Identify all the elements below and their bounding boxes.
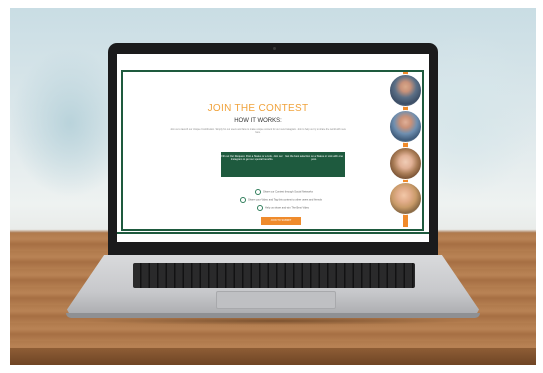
step-item: Share your Video and Tag this contest to… [240, 197, 322, 203]
info-card-selection[interactable]: Get the best selection on a Status or Li… [283, 152, 345, 177]
check-circle-icon [255, 189, 261, 195]
page-title: JOIN THE CONTEST [207, 103, 309, 114]
avatar-man-blue-jacket [389, 74, 422, 107]
laptop-shadow [80, 317, 470, 325]
step-item: Help us share and win The Best Video [257, 205, 310, 211]
step-label: Help us share and win The Best Video [265, 206, 310, 210]
laptop-base-lip [66, 313, 480, 318]
laptop-screen: JOIN THE CONTEST HOW IT WORKS: Join us t… [117, 54, 429, 242]
webcam-icon [273, 47, 276, 50]
avatar-woman-light-hair [389, 147, 422, 180]
contest-panel: JOIN THE CONTEST HOW IT WORKS: Join us t… [121, 70, 424, 231]
section-subtitle: HOW IT WORKS: [234, 118, 282, 124]
step-item: Share our Contest through Social Network… [255, 189, 313, 195]
keyboard [133, 263, 415, 288]
join-submit-button[interactable]: JOIN TO SUBMIT [261, 217, 301, 225]
info-card-request[interactable]: Fill out Our Request. Post a Status or a… [221, 152, 283, 177]
step-label: Share your Video and Tag this contest to… [248, 198, 322, 202]
step-label: Share our Contest through Social Network… [263, 190, 313, 194]
check-circle-icon [240, 197, 246, 203]
footer-divider [117, 232, 429, 234]
avatar-woman-hand-on-face [389, 182, 422, 215]
screen-top-strip [117, 54, 429, 69]
trackpad [216, 291, 336, 309]
table-edge [10, 348, 536, 365]
check-circle-icon [257, 205, 263, 211]
intro-text: Join us to launch our Unique Contributio… [170, 128, 346, 134]
avatar-man-blue-shirt [389, 110, 422, 143]
